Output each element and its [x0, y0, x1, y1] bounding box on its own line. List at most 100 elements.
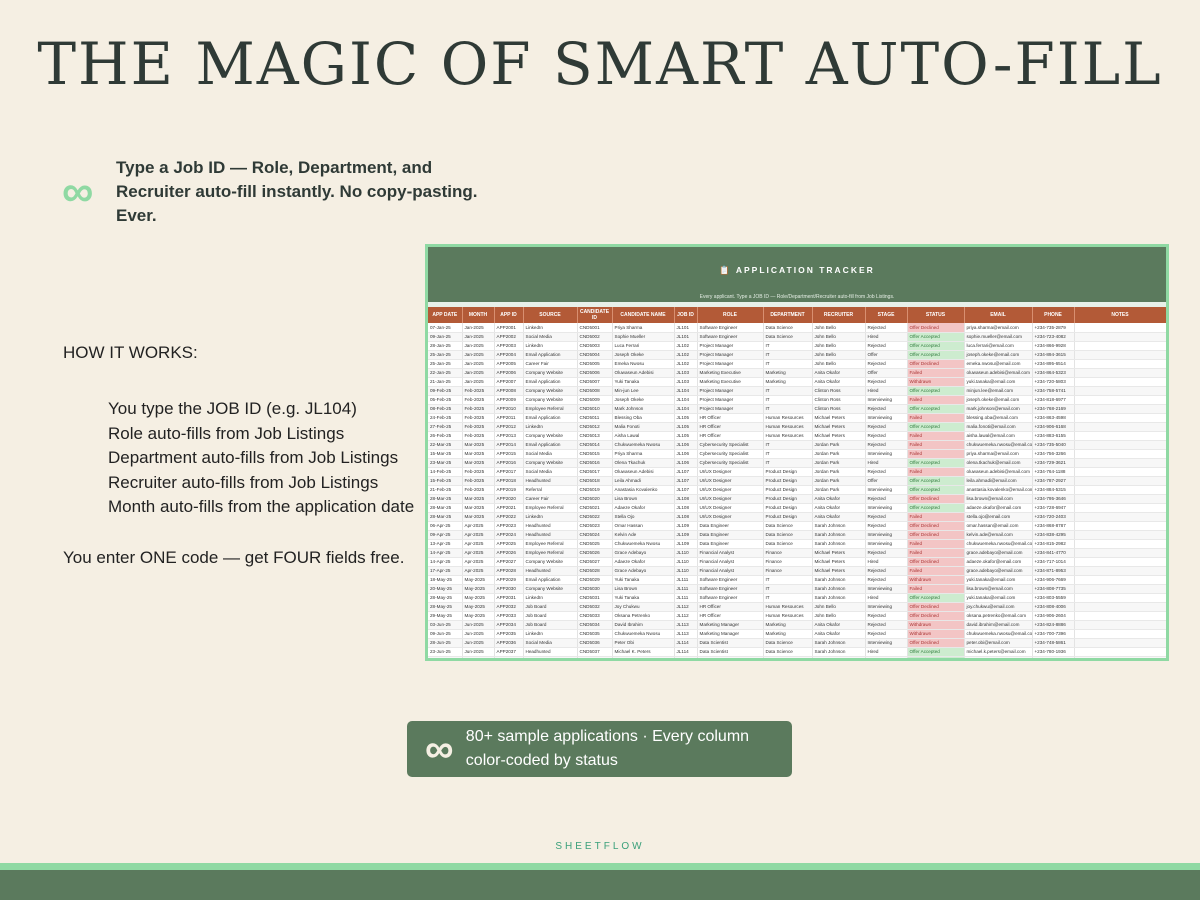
table-cell: Failed [907, 584, 965, 594]
table-cell: mark.johnson@email.com [964, 404, 1033, 414]
table-cell: Jun-2025 [462, 647, 495, 657]
table-cell: david.ibrahim@email.com [964, 620, 1033, 630]
table-cell: 20-May-25 [428, 584, 463, 594]
table-row: 18-Jun-25 Jun-2025 APP2038 Email Applicatio… [428, 656, 1166, 658]
how-heading: HOW IT WORKS: [63, 343, 198, 362]
table-cell: Anita Okafor [812, 494, 866, 504]
table-cell: Rejected [865, 629, 908, 639]
table-cell: Offer Accepted [907, 458, 965, 468]
table-cell: +234-838-4295 [1032, 530, 1075, 540]
table-cell: 23-Mar-25 [428, 458, 463, 468]
table-cell: Chukwuemeka Nwosu [612, 440, 675, 450]
table-cell: +234-864-5323 [1032, 368, 1075, 378]
table-cell: Offer Declined [907, 557, 965, 567]
table-cell: JL102 [674, 359, 698, 369]
table-cell: Headhunted [523, 530, 578, 540]
table-cell: Project Manager [697, 359, 764, 369]
table-cell: APP2034 [494, 620, 524, 630]
table-cell: Apr-2025 [462, 566, 495, 576]
table-cell [1074, 467, 1166, 477]
table-cell: CND5027 [577, 557, 613, 567]
table-row: 15-Mar-25 Mar-2025 APP2015 Social Media CND5… [428, 449, 1166, 459]
table-cell: Michael Peters [812, 413, 866, 423]
table-cell: Jun-2025 [462, 656, 495, 658]
table-cell: John Bello [812, 341, 866, 351]
table-cell: Offer Accepted [907, 386, 965, 396]
table-cell: Offer Declined [907, 611, 965, 621]
table-cell: Finance [763, 566, 813, 576]
table-cell: Mar-2025 [462, 440, 495, 450]
table-cell: JL106 [674, 458, 698, 468]
table-cell: Anita Okafor [812, 503, 866, 513]
table-cell: Rejected [865, 521, 908, 531]
table-cell: Offer Declined [907, 359, 965, 369]
table-cell: Social Media [523, 449, 578, 459]
table-cell: Failed [907, 440, 965, 450]
table-cell: Apr-2025 [462, 548, 495, 558]
table-cell: 05-Feb-25 [428, 395, 463, 405]
table-cell: Chukwuemeka Nwosu [612, 629, 675, 639]
table-cell: JL114 [674, 638, 698, 648]
table-cell: 24-Feb-25 [428, 413, 463, 423]
table-cell: Rejected [865, 620, 908, 630]
table-cell: Email Application [523, 350, 578, 360]
table-cell: APP2018 [494, 476, 524, 486]
table-cell: priya.sharma@email.com [964, 323, 1033, 333]
table-cell: oksana.petrenko@email.com [964, 611, 1033, 621]
table-cell: +234-735-2879 [1032, 323, 1075, 333]
table-cell [1074, 647, 1166, 657]
table-cell: Feb-2025 [462, 422, 495, 432]
table-cell: IT [763, 350, 813, 360]
table-cell: +234-868-8787 [1032, 521, 1075, 531]
table-cell: Sophie Mueller [612, 656, 675, 658]
table-cell: +234-803-5559 [1032, 593, 1075, 603]
table-cell: APP2020 [494, 494, 524, 504]
table-cell [1074, 557, 1166, 567]
table-cell: Offer Accepted [907, 404, 965, 414]
table-cell: Employee Referral [523, 404, 578, 414]
table-cell: JL109 [674, 539, 698, 549]
table-cell: 28-Mar-25 [428, 503, 463, 513]
table-row: 22-Mar-25 Mar-2025 APP2014 Email Applicatio… [428, 440, 1166, 450]
table-cell: Offer Accepted [907, 350, 965, 360]
table-cell [1074, 413, 1166, 423]
table-cell [1074, 350, 1166, 360]
table-cell: joseph.okeke@email.com [964, 395, 1033, 405]
table-cell: Human Resources [763, 611, 813, 621]
table-cell: Software Engineer [697, 575, 764, 585]
table-cell: Sophie Mueller [612, 332, 675, 342]
table-cell: joseph.okeke@email.com [964, 350, 1033, 360]
table-cell: Mark Johnson [612, 404, 675, 414]
table-cell: APP2022 [494, 512, 524, 522]
table-cell: +234-866-9928 [1032, 341, 1075, 351]
table-cell: minjun.lee@email.com [964, 386, 1033, 396]
table-cell: CND5003 [577, 341, 613, 351]
table-cell: APP2002 [494, 332, 524, 342]
table-cell: malia.fonoti@email.com [964, 422, 1033, 432]
table-cell: 15-Feb-25 [428, 476, 463, 486]
table-cell: blessing.oba@email.com [964, 413, 1033, 423]
table-cell: Michael Peters [812, 557, 866, 567]
footer-accent-bar [0, 863, 1200, 870]
table-cell: IT [763, 440, 813, 450]
table-cell: APP2007 [494, 377, 524, 387]
table-cell: Data Science [763, 647, 813, 657]
how-step: You type the JOB ID (e.g. JL104) [108, 399, 357, 418]
table-cell: Michael Peters [812, 566, 866, 576]
table-cell: 13-Apr-25 [428, 539, 463, 549]
table-cell: LinkedIn [523, 593, 578, 603]
table-cell: Failed [907, 395, 965, 405]
table-cell: Mar-2025 [462, 458, 495, 468]
table-cell: Feb-2025 [462, 467, 495, 477]
table-cell: Data Engineer [697, 530, 764, 540]
table-cell: May-2025 [462, 584, 495, 594]
table-cell: Priya Sharma [612, 449, 675, 459]
table-cell: Offer Accepted [907, 647, 965, 657]
table-cell: JL104 [674, 386, 698, 396]
how-step: Recruiter auto-fills from Job Listings [108, 472, 379, 492]
table-cell: Rejected [865, 377, 908, 387]
table-cell: +234-729-3621 [1032, 458, 1075, 468]
table-cell: Product Design [763, 512, 813, 522]
table-cell: Lisa Brown [612, 584, 675, 594]
table-cell: JL105 [674, 422, 698, 432]
